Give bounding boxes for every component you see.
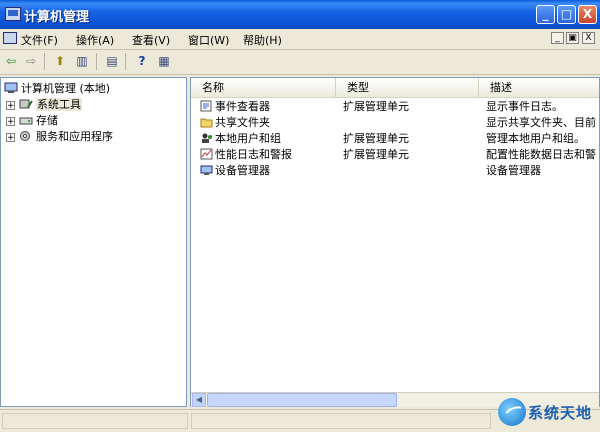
toolbar: ⇦ ⇨ ⬆ ▥ ▤ ? ▦ — [0, 50, 600, 75]
system-tools-icon — [19, 98, 33, 110]
system-menu-icon[interactable] — [3, 32, 17, 44]
menu-file[interactable]: 文件(F) — [21, 32, 58, 48]
toolbar-separator — [96, 53, 97, 70]
item-description: 显示共享文件夹、目前 — [486, 116, 596, 129]
details-list[interactable]: 名称 类型 描述 事件查看器 扩展管理单元 显示事件日志。 共享文件夹 显示共享… — [190, 77, 600, 407]
item-name: 事件查看器 — [215, 100, 270, 113]
child-restore-button[interactable]: ▣ — [566, 32, 579, 44]
list-item[interactable]: 共享文件夹 显示共享文件夹、目前 — [191, 115, 599, 131]
expand-icon[interactable]: + — [6, 117, 15, 127]
console-tree[interactable]: 计算机管理 (本地) + 系统工具 + 存储 + 服务和应用程序 — [0, 77, 187, 407]
expand-icon[interactable]: + — [6, 133, 15, 143]
column-header-name[interactable]: 名称 — [191, 78, 336, 97]
toolbar-separator — [125, 53, 126, 70]
window-title: 计算机管理 — [24, 10, 90, 25]
child-minimize-button[interactable]: _ — [551, 32, 564, 44]
list-item[interactable]: 事件查看器 扩展管理单元 显示事件日志。 — [191, 99, 599, 115]
up-folder-icon[interactable]: ⬆ — [51, 53, 69, 70]
device-manager-icon — [200, 164, 213, 176]
scroll-left-icon[interactable]: ◀ — [192, 393, 206, 407]
list-item[interactable]: 性能日志和警报 扩展管理单元 配置性能数据日志和警 — [191, 147, 599, 163]
watermark: 系统天地 — [498, 394, 600, 431]
item-description: 设备管理器 — [486, 164, 541, 177]
list-item[interactable]: 本地用户和组 扩展管理单元 管理本地用户和组。 — [191, 131, 599, 147]
menu-view[interactable]: 查看(V) — [132, 32, 170, 48]
export-list-icon[interactable]: ▤ — [103, 53, 121, 70]
scroll-thumb[interactable] — [207, 393, 397, 407]
title-bar: 计算机管理 _ □ X — [0, 0, 600, 29]
item-name: 共享文件夹 — [215, 116, 270, 129]
column-header-row: 名称 类型 描述 — [191, 78, 599, 98]
item-name: 设备管理器 — [215, 164, 270, 177]
item-type: 扩展管理单元 — [343, 148, 409, 161]
list-item[interactable]: 设备管理器 设备管理器 — [191, 163, 599, 179]
tree-root[interactable]: 计算机管理 (本地) — [4, 81, 110, 97]
tree-item-label: 系统工具 — [36, 98, 82, 111]
forward-arrow-icon[interactable]: ⇨ — [22, 53, 40, 70]
performance-icon — [200, 148, 213, 160]
help-icon[interactable]: ? — [133, 53, 151, 70]
watermark-text: 系统天地 — [528, 404, 593, 422]
show-hide-tree-icon[interactable]: ▥ — [73, 53, 91, 70]
close-button[interactable]: X — [578, 5, 597, 24]
tree-item-label: 服务和应用程序 — [36, 130, 113, 143]
menu-window[interactable]: 窗口(W) — [188, 32, 229, 48]
item-description: 管理本地用户和组。 — [486, 132, 585, 145]
status-cell — [191, 413, 491, 429]
tree-root-label: 计算机管理 (本地) — [21, 82, 111, 95]
minimize-button[interactable]: _ — [536, 5, 555, 24]
shared-folder-icon — [200, 116, 213, 128]
services-icon — [19, 130, 33, 142]
menu-help[interactable]: 帮助(H) — [243, 32, 282, 48]
back-arrow-icon[interactable]: ⇦ — [2, 53, 20, 70]
item-description: 配置性能数据日志和警 — [486, 148, 596, 161]
properties-icon[interactable]: ▦ — [155, 53, 173, 70]
item-type: 扩展管理单元 — [343, 100, 409, 113]
item-type: 扩展管理单元 — [343, 132, 409, 145]
item-name: 本地用户和组 — [215, 132, 281, 145]
computer-icon — [4, 82, 18, 94]
column-header-description[interactable]: 描述 — [479, 78, 599, 97]
menu-action[interactable]: 操作(A) — [76, 32, 114, 48]
status-cell — [2, 413, 188, 429]
item-description: 显示事件日志。 — [486, 100, 563, 113]
child-close-button[interactable]: X — [582, 32, 595, 44]
menu-bar: 文件(F) 操作(A) 查看(V) 窗口(W) 帮助(H) _ ▣ X — [0, 29, 600, 50]
users-icon — [200, 132, 213, 144]
computer-management-icon — [5, 7, 21, 21]
event-viewer-icon — [200, 100, 213, 112]
tree-item-label: 存储 — [36, 114, 58, 127]
maximize-button[interactable]: □ — [557, 5, 576, 24]
column-header-type[interactable]: 类型 — [336, 78, 479, 97]
expand-icon[interactable]: + — [6, 101, 15, 111]
storage-icon — [19, 114, 33, 126]
item-name: 性能日志和警报 — [215, 148, 292, 161]
toolbar-separator — [44, 53, 45, 70]
watermark-logo-icon — [498, 398, 526, 426]
